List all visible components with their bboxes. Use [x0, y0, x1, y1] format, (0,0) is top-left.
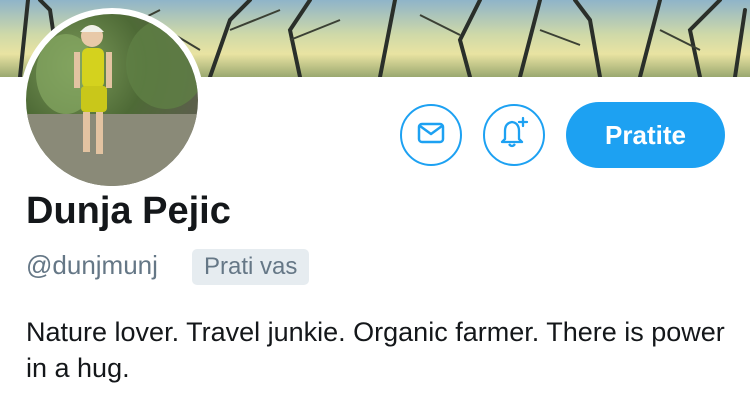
follow-button-label: Pratite	[605, 119, 686, 150]
bell-plus-icon	[496, 115, 532, 156]
username-handle: @dunjmunj	[26, 250, 158, 280]
follows-you-badge: Prati vas	[192, 249, 310, 285]
message-button[interactable]	[400, 104, 462, 166]
profile-bio: Nature lover. Travel junkie. Organic far…	[26, 317, 725, 383]
follows-you-label: Prati vas	[204, 253, 298, 280]
follow-button[interactable]: Pratite	[566, 102, 725, 168]
display-name: Dunja Pejic	[26, 190, 231, 232]
notifications-button[interactable]	[483, 104, 545, 166]
avatar[interactable]	[26, 14, 198, 186]
envelope-icon	[416, 118, 446, 153]
